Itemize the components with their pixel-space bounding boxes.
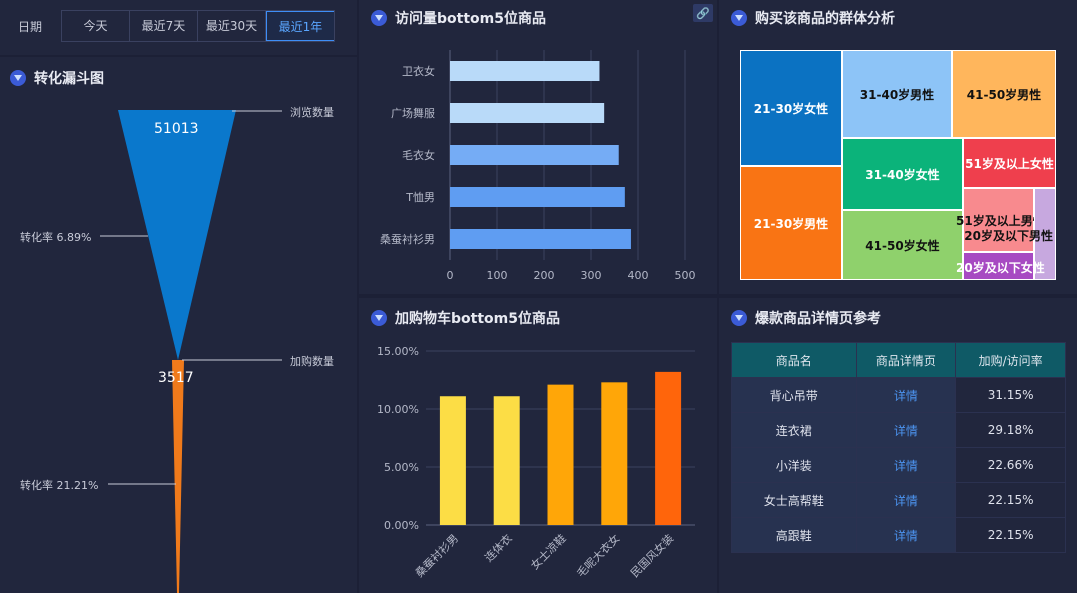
treemap-cell-21-30-female[interactable]: 21-30岁女性 <box>740 50 842 166</box>
x-tick-label: 200 <box>534 269 555 282</box>
x-tick-label: 0 <box>447 269 454 282</box>
product-name: 小洋装 <box>731 447 857 483</box>
bar[interactable] <box>450 145 619 165</box>
bar[interactable] <box>601 382 628 525</box>
bar[interactable] <box>450 103 605 123</box>
funnel-icon <box>731 310 747 326</box>
detail-link[interactable]: 详情 <box>855 377 957 413</box>
funnel-bottom-segment <box>172 360 184 593</box>
bar[interactable] <box>655 371 682 525</box>
table-header-row: 商品名 商品详情页 加购/访问率 <box>731 342 1066 378</box>
treemap-cell-41-50-female[interactable]: 41-50岁女性 <box>842 210 963 280</box>
bar[interactable] <box>450 187 625 207</box>
treemap-cell-51plus-female[interactable]: 51岁及以上女性 <box>963 138 1056 188</box>
rate-value: 22.15% <box>955 517 1066 553</box>
x-tick-label: 桑蚕衬衫男 <box>413 532 461 580</box>
product-name: 背心吊带 <box>731 377 857 413</box>
cart-bar-chart: 0.00% 5.00% 10.00% 15.00% 桑蚕衬衫男 连体衣 女士凉鞋 毛呢大衣女民… <box>377 345 695 580</box>
visits-bar-chart: 0 100 200 300 400 500 卫衣女广场舞服毛衣女 T恤男桑蚕衬衫男 <box>380 50 696 282</box>
x-tick-label: 民国风女装 <box>627 531 676 580</box>
detail-link[interactable]: 详情 <box>855 517 957 553</box>
funnel-mid-value: 3517 <box>158 370 194 386</box>
y-tick-label: T恤男 <box>405 191 435 204</box>
funnel-top-value: 51013 <box>154 121 199 137</box>
detail-link[interactable]: 详情 <box>855 482 957 518</box>
product-name: 连衣裙 <box>731 412 857 448</box>
hot-table-title: 爆款商品详情页参考 <box>731 308 881 328</box>
column-header-detail[interactable]: 商品详情页 <box>855 342 957 378</box>
bar[interactable] <box>439 396 466 525</box>
y-tick-label: 广场舞服 <box>391 106 435 120</box>
x-tick-label: 500 <box>675 269 696 282</box>
funnel-rate1: 转化率 6.89% <box>20 231 92 244</box>
x-tick-label: 100 <box>487 269 508 282</box>
y-tick-label: 0.00% <box>384 519 419 532</box>
y-tick-label: 5.00% <box>384 461 419 474</box>
column-header-product[interactable]: 商品名 <box>731 342 857 378</box>
x-tick-label: 400 <box>628 269 649 282</box>
y-tick-label: 15.00% <box>377 345 419 358</box>
y-tick-label: 10.00% <box>377 403 419 416</box>
x-tick-label: 300 <box>581 269 602 282</box>
funnel-top-segment <box>118 110 236 360</box>
funnel-rate2: 转化率 21.21% <box>20 479 99 492</box>
bar[interactable] <box>450 229 631 249</box>
funnel-icon <box>731 10 747 26</box>
x-tick-label: 毛呢大衣女 <box>574 531 623 580</box>
rate-value: 31.15% <box>955 377 1066 413</box>
treemap-cell-41-50-male[interactable]: 41-50岁男性 <box>952 50 1056 138</box>
treemap-cell-21-30-male[interactable]: 21-30岁男性 <box>740 166 842 280</box>
treemap-cell-31-40-female[interactable]: 31-40岁女性 <box>842 138 963 210</box>
product-name: 女士高帮鞋 <box>731 482 857 518</box>
funnel-top-label: 浏览数量 <box>290 106 334 119</box>
hot-products-table: 商品名 商品详情页 加购/访问率 背心吊带 详情 31.15% 连衣裙 详情 2… <box>731 342 1066 553</box>
rate-value: 22.15% <box>955 482 1066 518</box>
table-row: 连衣裙 详情 29.18% <box>731 412 1066 448</box>
table-row: 小洋装 详情 22.66% <box>731 447 1066 483</box>
detail-link[interactable]: 详情 <box>855 412 957 448</box>
rate-value: 22.66% <box>955 447 1066 483</box>
x-tick-label: 女士凉鞋 <box>528 531 569 572</box>
y-tick-label: 卫衣女 <box>402 64 435 78</box>
bar[interactable] <box>493 396 520 525</box>
column-header-rate[interactable]: 加购/访问率 <box>955 342 1066 378</box>
product-name: 高跟鞋 <box>731 517 857 553</box>
y-tick-label: 桑蚕衬衫男 <box>380 233 435 246</box>
y-tick-label: 毛衣女 <box>402 148 435 162</box>
x-tick-label: 连体衣 <box>482 531 515 564</box>
funnel-mid-label: 加购数量 <box>290 355 334 368</box>
treemap-cell-20minus-female[interactable]: 20岁及以下女性 <box>956 252 1045 280</box>
table-row: 高跟鞋 详情 22.15% <box>731 517 1066 553</box>
bar[interactable] <box>547 384 574 525</box>
treemap-cell-31-40-male[interactable]: 31-40岁男性 <box>842 50 952 138</box>
treemap-title: 购买该商品的群体分析 <box>731 8 895 28</box>
rate-value: 29.18% <box>955 412 1066 448</box>
funnel-chart <box>100 110 282 593</box>
table-row: 女士高帮鞋 详情 22.15% <box>731 482 1066 518</box>
table-row: 背心吊带 详情 31.15% <box>731 377 1066 413</box>
bar[interactable] <box>450 61 600 81</box>
detail-link[interactable]: 详情 <box>855 447 957 483</box>
